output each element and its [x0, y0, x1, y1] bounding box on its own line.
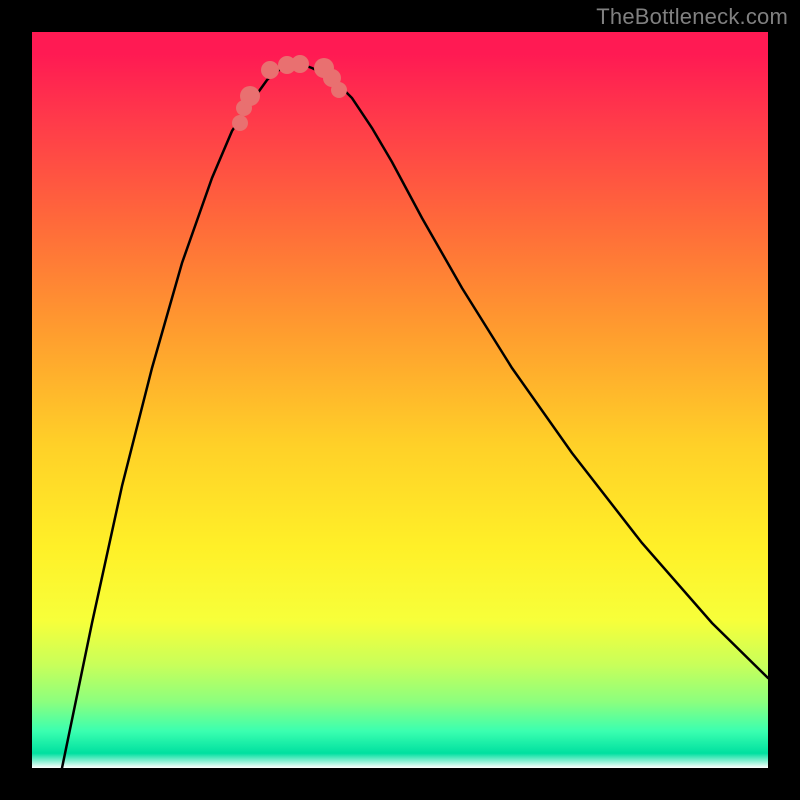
curve-layer: [32, 32, 768, 768]
marker-point: [232, 115, 248, 131]
marker-point: [291, 55, 309, 73]
curve-left: [62, 61, 292, 768]
marker-point: [331, 82, 347, 98]
watermark-text: TheBottleneck.com: [596, 4, 788, 30]
plot-area: [32, 32, 768, 768]
marker-point: [261, 61, 279, 79]
marker-group: [232, 55, 347, 131]
chart-frame: TheBottleneck.com: [0, 0, 800, 800]
curve-right: [292, 61, 768, 678]
marker-point: [240, 86, 260, 106]
